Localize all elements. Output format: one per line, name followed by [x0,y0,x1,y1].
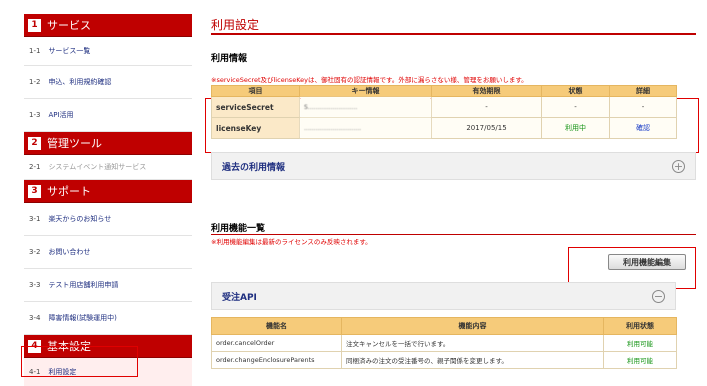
sidebar-item-contact[interactable]: 3-2 お問い合わせ [24,236,192,269]
table-row: order.changeEnclosureParents 同梱済みの注文の受注番… [211,351,677,369]
sidebar-section-services: 1 サービス [24,14,192,37]
sidebar-section-support: 3 サポート [24,180,192,203]
func-name: order.cancelOrder [211,334,342,352]
section-number: 3 [28,184,41,198]
column-header: 項目 [211,85,300,97]
section-title: サポート [47,185,91,198]
sidebar-section-tools: 2 管理ツール [24,132,192,155]
sidebar-item-news[interactable]: 3-1 楽天からのお知らせ [24,203,192,236]
func-title: 利用機能一覧 [211,224,266,234]
panel-label: 過去の利用情報 [222,162,286,173]
sidebar-item-test-shop[interactable]: 3-3 テスト用店舗利用申請 [24,269,192,302]
edit-button-area: 利用機能編集 [211,254,696,270]
sidebar-item-service-list[interactable]: 1-1 サービス一覧 [24,37,192,66]
table-header-row: 機能名 機能内容 利用状態 [211,317,677,335]
edit-features-button[interactable]: 利用機能編集 [608,254,686,270]
sidebar-item-api[interactable]: 1-3 API活用 [24,99,192,132]
column-header: 有効期限 [431,85,542,97]
status: - [541,96,610,118]
page-title: 利用設定 [211,14,696,35]
func-status: 利用可能 [603,351,677,369]
column-header: 詳細 [609,85,677,97]
column-header: キー情報 [299,85,432,97]
panel-label: 受注API [222,292,257,303]
item-label: サービス一覧 [48,47,91,55]
sidebar: 1 サービス 1-1 サービス一覧 1-2 申込、利用規約確認 1-3 API活… [24,14,192,386]
item-label: お問い合わせ [48,248,91,256]
item-label: 障害情報(試験運用中) [48,314,117,322]
func-notice: ※利用機能編集は最新のライセンスのみ反映されます。 [211,234,696,246]
api-table: 機能名 機能内容 利用状態 order.cancelOrder 注文キャンセルを… [211,317,677,369]
key-value: .............................. [299,117,432,139]
detail: - [609,96,677,118]
column-header: 機能名 [211,317,342,335]
item-number: 3-4 [29,314,41,322]
highlight-usage-settings [21,346,138,377]
key-value: S.......................... [299,96,432,118]
info-title: 利用情報 [211,54,248,64]
expiry: - [431,96,542,118]
expand-plus-icon[interactable]: + [672,159,685,173]
status: 利用中 [541,117,610,139]
item-label: 申込、利用規約確認 [48,78,112,86]
func-desc: 同梱済みの注文の受注番号の、親子関係を変更します。 [341,351,604,369]
table-header-row: 項目 キー情報 有効期限 状態 詳細 [211,85,677,97]
section-title: サービス [47,19,91,32]
sidebar-item-event-notify[interactable]: 2-1 システムイベント通知サービス [24,155,192,180]
item-number: 3-2 [29,248,41,256]
table-row: serviceSecret S.........................… [211,96,677,118]
table-row: order.cancelOrder 注文キャンセルを一括で行います。 利用可能 [211,334,677,352]
item-label: API活用 [48,111,74,119]
item-number: 1-2 [29,78,41,86]
key-name: serviceSecret [211,96,300,118]
past-info-panel[interactable]: 過去の利用情報 + [211,152,696,180]
item-label: 楽天からのお知らせ [48,215,112,223]
item-label: システムイベント通知サービス [48,163,147,171]
item-number: 1-1 [29,47,41,55]
item-number: 2-1 [29,163,41,171]
func-name: order.changeEnclosureParents [211,351,342,369]
column-header: 機能内容 [341,317,604,335]
section-number: 1 [28,18,41,32]
item-number: 3-1 [29,215,41,223]
info-table: 項目 キー情報 有効期限 状態 詳細 serviceSecret S......… [211,85,677,139]
func-status: 利用可能 [603,334,677,352]
key-name: licenseKey [211,117,300,139]
info-notice: ※serviceSecret及びlicenseKeyは、御社固有の認証情報です。… [211,76,528,84]
item-label: テスト用店舗利用申請 [48,281,119,289]
detail-link[interactable]: 確認 [609,117,677,139]
section-number: 2 [28,136,41,150]
sidebar-item-incidents[interactable]: 3-4 障害情報(試験運用中) [24,302,192,335]
collapse-minus-icon[interactable]: − [652,289,665,303]
column-header: 利用状態 [603,317,677,335]
func-desc: 注文キャンセルを一括で行います。 [341,334,604,352]
expiry: 2017/05/15 [431,117,542,139]
item-number: 1-3 [29,111,41,119]
table-row: licenseKey .............................… [211,117,677,139]
column-header: 状態 [541,85,610,97]
order-api-panel[interactable]: 受注API − [211,282,676,310]
section-title: 管理ツール [47,137,102,150]
sidebar-item-terms[interactable]: 1-2 申込、利用規約確認 [24,66,192,99]
item-number: 3-3 [29,281,41,289]
main-content: 利用設定 利用情報 ※serviceSecret及びlicenseKeyは、御社… [211,14,696,369]
